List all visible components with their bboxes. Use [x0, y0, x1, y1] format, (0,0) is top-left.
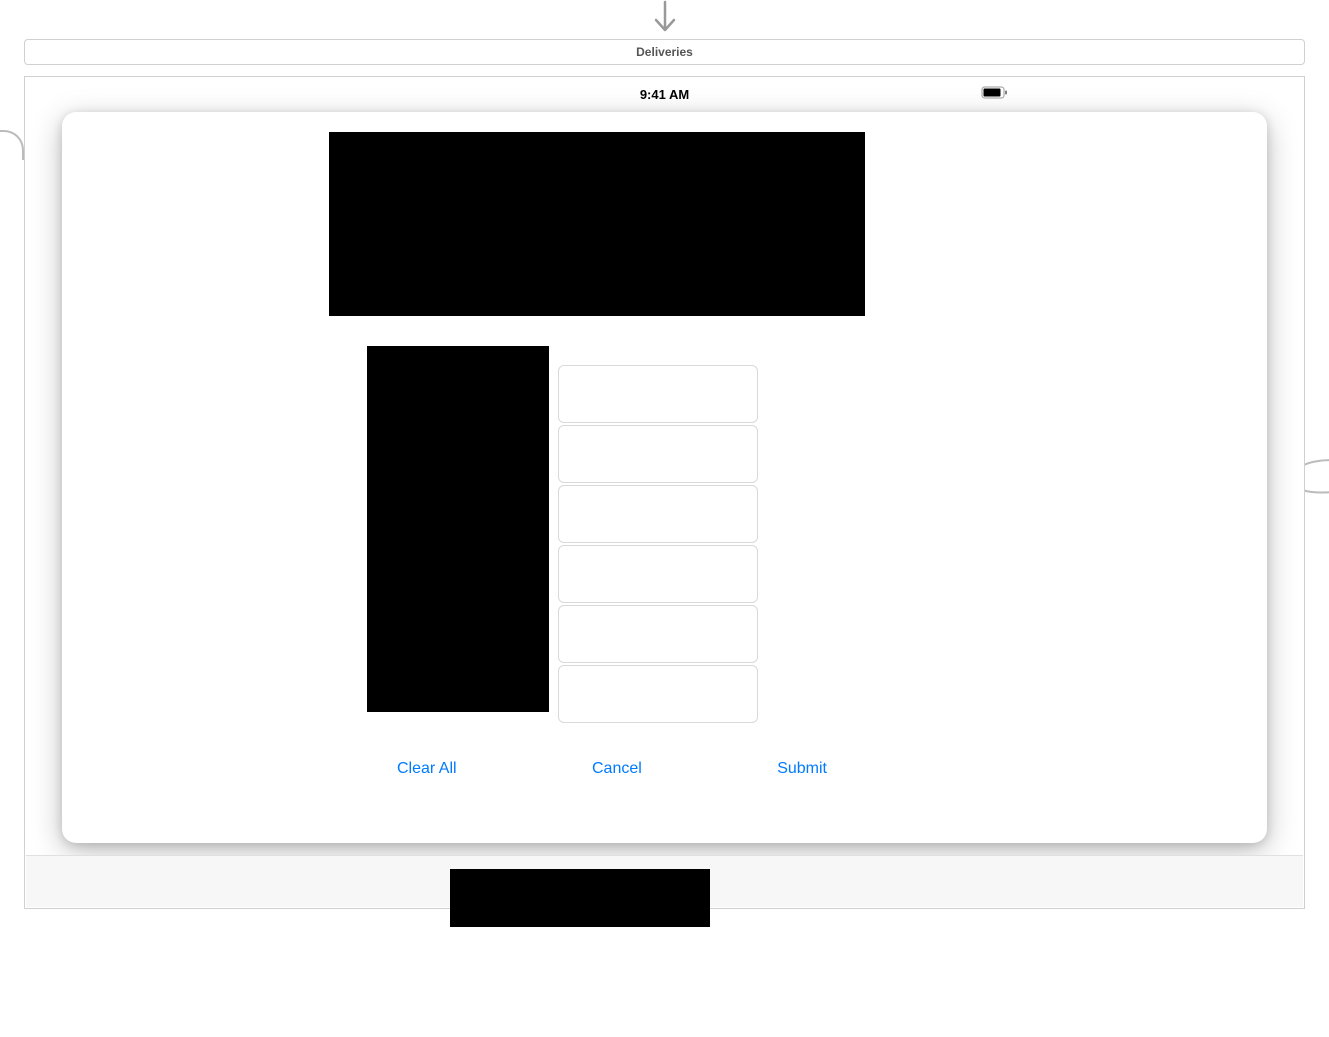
redacted-header-block: [329, 132, 865, 316]
text-field-1[interactable]: [558, 365, 758, 423]
clear-all-button[interactable]: Clear All: [397, 760, 457, 778]
arrow-down-icon: [650, 0, 680, 41]
redacted-labels-block: [367, 346, 549, 712]
tab-bar[interactable]: Deliveries: [24, 39, 1305, 65]
button-row: Clear All Cancel Submit: [397, 760, 827, 778]
text-field-4[interactable]: [558, 545, 758, 603]
device-frame: 9:41 AM Clear All Cancel Submit: [24, 76, 1305, 909]
battery-icon: [981, 86, 1009, 105]
tab-deliveries-label: Deliveries: [636, 45, 693, 59]
text-field-3[interactable]: [558, 485, 758, 543]
text-field-2[interactable]: [558, 425, 758, 483]
cancel-button[interactable]: Cancel: [592, 760, 642, 778]
submit-button[interactable]: Submit: [777, 760, 827, 778]
connector-line-left: [0, 130, 24, 160]
modal-dialog: Clear All Cancel Submit: [62, 112, 1267, 843]
redacted-bottom-block: [450, 869, 710, 927]
status-time: 9:41 AM: [640, 87, 689, 102]
status-bar: 9:41 AM: [25, 84, 1304, 104]
text-field-5[interactable]: [558, 605, 758, 663]
form-fields-container: [558, 365, 758, 725]
text-field-6[interactable]: [558, 665, 758, 723]
